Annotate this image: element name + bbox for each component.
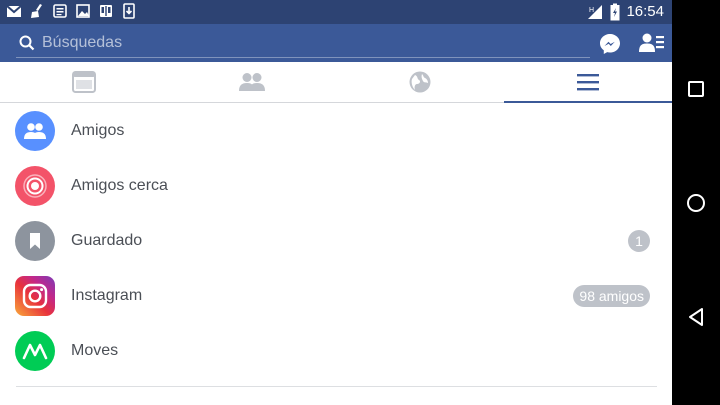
battery-icon xyxy=(610,3,620,21)
news-feed-icon xyxy=(72,71,96,93)
svg-text:H: H xyxy=(589,7,594,14)
friend-requests-icon[interactable] xyxy=(639,32,665,54)
count-badge: 1 xyxy=(628,230,650,252)
messenger-icon[interactable] xyxy=(598,32,622,56)
search-input[interactable]: Búsquedas xyxy=(16,28,590,58)
clock: 16:54 xyxy=(626,3,664,20)
back-icon[interactable] xyxy=(684,305,708,329)
menu-item-instagram[interactable]: Instagram 98 amigos xyxy=(0,268,672,323)
moves-icon xyxy=(15,331,55,371)
section-divider xyxy=(16,386,657,387)
status-bar: H 16:54 xyxy=(0,0,672,24)
friends-icon xyxy=(15,111,55,151)
signal-icon: H xyxy=(588,5,603,19)
menu-item-amigos[interactable]: Amigos xyxy=(0,103,672,158)
book-icon xyxy=(100,5,112,17)
tab-news-feed[interactable] xyxy=(0,62,168,102)
broom-icon xyxy=(31,4,42,18)
system-navigation-bar xyxy=(672,0,720,405)
news-icon xyxy=(53,4,67,18)
recents-icon[interactable] xyxy=(684,77,708,101)
home-icon[interactable] xyxy=(684,191,708,215)
menu-item-label: Moves xyxy=(71,342,119,359)
tab-notifications[interactable] xyxy=(336,62,504,102)
menu-item-guardado[interactable]: Guardado 1 xyxy=(0,213,672,268)
menu-item-label: Instagram xyxy=(71,287,143,304)
top-bar: Búsquedas xyxy=(0,24,672,62)
friends-count-badge: 98 amigos xyxy=(573,285,650,307)
notification-icons xyxy=(6,3,137,19)
search-placeholder: Búsquedas xyxy=(42,33,123,51)
globe-icon xyxy=(409,71,431,93)
menu-item-label: Guardado xyxy=(71,232,143,249)
tab-friends[interactable] xyxy=(168,62,336,102)
tab-bar xyxy=(0,62,672,103)
menu-item-label: Amigos xyxy=(71,122,125,139)
menu-item-amigos-cerca[interactable]: Amigos cerca xyxy=(0,158,672,213)
gmail-icon xyxy=(6,5,22,17)
menu-icon xyxy=(577,74,599,91)
friends-icon xyxy=(239,73,265,91)
download-icon xyxy=(123,3,135,19)
menu-item-moves[interactable]: Moves xyxy=(0,323,672,378)
bookmark-icon xyxy=(15,221,55,261)
instagram-icon xyxy=(15,276,55,316)
nearby-icon xyxy=(15,166,55,206)
menu-list: Amigos Amigos cerca Guardado 1 Instagram… xyxy=(0,103,672,378)
facebook-app: H 16:54 Búsquedas Amigos Amigos cerca Gu… xyxy=(0,0,672,405)
search-icon xyxy=(19,35,35,50)
clipped-section-header xyxy=(16,397,76,405)
menu-item-label: Amigos cerca xyxy=(71,177,168,194)
image-icon xyxy=(76,4,90,18)
tab-menu[interactable] xyxy=(504,62,672,103)
